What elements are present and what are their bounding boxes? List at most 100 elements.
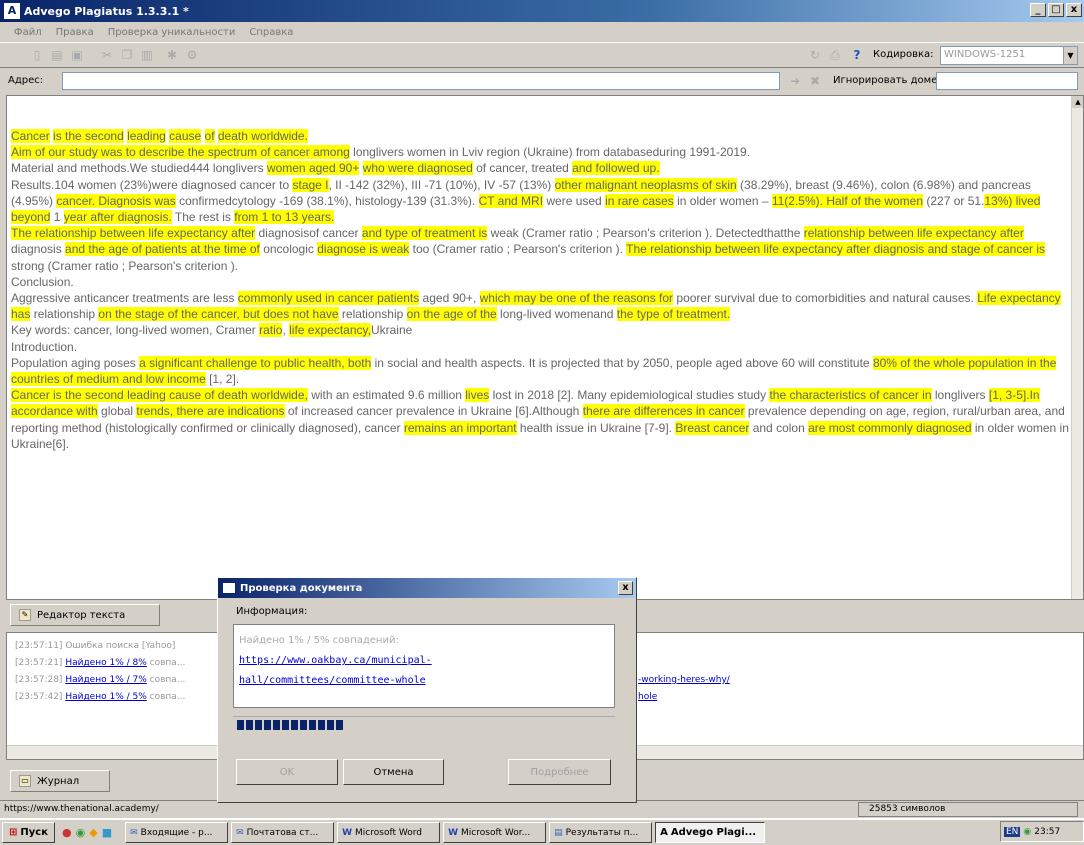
paste-icon[interactable]: ▥ bbox=[140, 48, 154, 62]
refresh-icon[interactable]: ↻ bbox=[808, 48, 822, 62]
settings-icon[interactable]: ⚙ bbox=[185, 48, 199, 62]
text-run: oncologic bbox=[259, 242, 318, 257]
text-run: aged 90+, bbox=[419, 291, 480, 306]
highlighted-match: are most commonly diagnosed bbox=[808, 420, 972, 435]
highlighted-match: CT and MRI bbox=[478, 193, 544, 208]
log-link[interactable]: Найдено 1% / 7% bbox=[65, 675, 146, 685]
cut-icon[interactable]: ✂ bbox=[100, 48, 114, 62]
editor-paragraph: Key words: cancer, long-lived women, Cra… bbox=[11, 322, 1071, 338]
copy-icon[interactable]: ❐ bbox=[120, 48, 134, 62]
highlighted-match: from 1 to 13 years. bbox=[234, 210, 335, 225]
log-url-tail[interactable]: hole bbox=[638, 692, 657, 702]
highlighted-match: life expectancy, bbox=[289, 323, 371, 338]
language-indicator[interactable]: EN bbox=[1004, 826, 1021, 837]
log-line: [23:57:28] Найдено 1% / 7% совпа... bbox=[15, 675, 186, 685]
text-run: health issue in Ukraine [7-9]. bbox=[516, 420, 676, 435]
document-icon: ▤ bbox=[554, 827, 563, 838]
tray-icon[interactable]: ◉ bbox=[1023, 827, 1031, 837]
menu-check-uniqueness[interactable]: Проверка уникальности bbox=[108, 27, 236, 38]
text-run bbox=[201, 129, 204, 143]
highlighted-match: Aim of our study was to describe the spe… bbox=[11, 145, 350, 160]
save-icon[interactable]: ▣ bbox=[70, 48, 84, 62]
clear-icon[interactable]: ✖ bbox=[808, 74, 822, 88]
start-button[interactable]: ⊞ Пуск bbox=[2, 822, 55, 843]
editor-paragraph: Introduction. bbox=[11, 339, 1071, 355]
highlighted-match: ratio bbox=[259, 323, 283, 338]
text-run: lost in 2018 [2]. Many epidemiological s… bbox=[489, 388, 770, 403]
highlighted-match: stage I bbox=[292, 177, 329, 192]
journal-icon: ▭ bbox=[19, 775, 31, 787]
highlighted-match: death worldwide. bbox=[217, 129, 308, 143]
found-url-line-2[interactable]: hall/committees/committee-whole bbox=[239, 671, 609, 691]
address-input[interactable] bbox=[62, 72, 780, 90]
minimize-button[interactable]: _ bbox=[1030, 3, 1046, 17]
highlighted-match: diagnose is weak bbox=[317, 242, 410, 257]
tab-log[interactable]: ▭ Журнал bbox=[10, 770, 110, 792]
new-document-icon[interactable]: ▯ bbox=[30, 48, 44, 62]
quick-launch-icon[interactable]: ● bbox=[62, 826, 72, 839]
encoding-value: WINDOWS-1251 bbox=[944, 49, 1026, 60]
word-icon: W bbox=[448, 827, 459, 838]
menu-help[interactable]: Справка bbox=[249, 27, 293, 38]
go-icon[interactable]: ➜ bbox=[788, 74, 802, 88]
text-run: in social and health aspects. It is proj… bbox=[371, 355, 873, 370]
open-folder-icon[interactable]: ▤ bbox=[50, 48, 64, 62]
highlighted-match: and followed up. bbox=[572, 161, 660, 176]
task-button[interactable]: ✉ Почтатова ст... bbox=[231, 822, 335, 843]
text-run: relationship bbox=[338, 307, 407, 322]
word-icon: W bbox=[342, 827, 353, 838]
log-link[interactable]: Найдено 1% / 5% bbox=[65, 692, 146, 702]
quick-launch-icon[interactable]: ◆ bbox=[89, 826, 97, 839]
editor-text[interactable]: Cancer is the second leading cause of de… bbox=[11, 128, 1071, 452]
highlighted-match: 11(2.5%). Half of the women bbox=[771, 193, 924, 208]
highlighted-match: and type of treatment is bbox=[361, 226, 488, 241]
highlighted-match: The relationship between life expectancy… bbox=[626, 242, 1046, 257]
menu-file[interactable]: Файл bbox=[14, 27, 42, 38]
encoding-select[interactable]: WINDOWS-1251 ▼ bbox=[940, 46, 1078, 65]
scroll-up-icon[interactable]: ▲ bbox=[1072, 96, 1083, 108]
text-run: of increased cancer prevalence in Ukrain… bbox=[284, 404, 583, 419]
task-button[interactable]: W Microsoft Word bbox=[337, 822, 441, 843]
close-button[interactable]: x bbox=[1066, 3, 1082, 17]
ignore-domains-input[interactable] bbox=[936, 72, 1078, 90]
log-url-tail[interactable]: -working-heres-why/ bbox=[638, 675, 730, 685]
log-line: [23:57:21] Найдено 1% / 8% совпа... bbox=[15, 658, 186, 668]
help-icon[interactable]: ? bbox=[850, 48, 864, 62]
task-button[interactable]: ✉ Входящие - p... bbox=[125, 822, 229, 843]
log-line: [23:57:11] Ошибка поиска [Yahoo] bbox=[15, 641, 176, 651]
highlighted-match: which may be one of the reasons for bbox=[479, 291, 674, 306]
menu-edit[interactable]: Правка bbox=[56, 27, 94, 38]
text-run: and colon bbox=[749, 420, 809, 435]
chevron-down-icon[interactable]: ▼ bbox=[1063, 47, 1077, 64]
clock[interactable]: 23:57 bbox=[1034, 827, 1060, 837]
task-button[interactable]: W Microsoft Wor... bbox=[443, 822, 547, 843]
text-run: global bbox=[97, 404, 137, 419]
menu-bar: Файл Правка Проверка уникальности Справк… bbox=[0, 22, 1084, 42]
tab-text-editor[interactable]: ✎ Редактор текста bbox=[10, 604, 160, 626]
task-button-active[interactable]: A Advego Plagi... bbox=[655, 822, 766, 843]
ok-button[interactable]: OK bbox=[236, 759, 338, 785]
text-run: long-lived womenand bbox=[496, 307, 617, 322]
window-title: Advego Plagiatus 1.3.3.1 * bbox=[24, 4, 189, 18]
task-button[interactable]: ▤ Результаты п... bbox=[549, 822, 653, 843]
check-icon[interactable]: ✱ bbox=[165, 48, 179, 62]
dialog-title-bar: Проверка документа bbox=[218, 578, 636, 598]
progress-bar bbox=[233, 716, 615, 730]
quick-launch-icon[interactable]: ◉ bbox=[76, 826, 86, 839]
cancel-button[interactable]: Отмена bbox=[343, 759, 444, 785]
highlighted-match: of bbox=[204, 129, 215, 143]
address-bar: Адрес: ➜ ✖ Игнорировать домены: bbox=[0, 69, 1084, 93]
editor-scrollbar[interactable]: ▲ bbox=[1071, 96, 1083, 599]
highlighted-match: The relationship between life expectancy… bbox=[11, 226, 256, 241]
details-button[interactable]: Подробнее bbox=[508, 759, 611, 785]
dialog-close-button[interactable]: x bbox=[618, 581, 633, 595]
found-url-line-1[interactable]: https://www.oakbay.ca/municipal- bbox=[239, 651, 609, 671]
log-link[interactable]: Найдено 1% / 8% bbox=[65, 658, 146, 668]
text-run: diagnosis bbox=[11, 242, 66, 257]
quick-launch-icon[interactable]: ■ bbox=[102, 826, 112, 839]
print-icon[interactable]: ⎙ bbox=[828, 48, 842, 62]
text-editor[interactable]: Cancer is the second leading cause of de… bbox=[6, 95, 1084, 600]
maximize-button[interactable]: □ bbox=[1048, 3, 1064, 17]
editor-paragraph: Aggressive anticancer treatments are les… bbox=[11, 290, 1071, 322]
text-run: with an estimated 9.6 million bbox=[307, 388, 466, 403]
